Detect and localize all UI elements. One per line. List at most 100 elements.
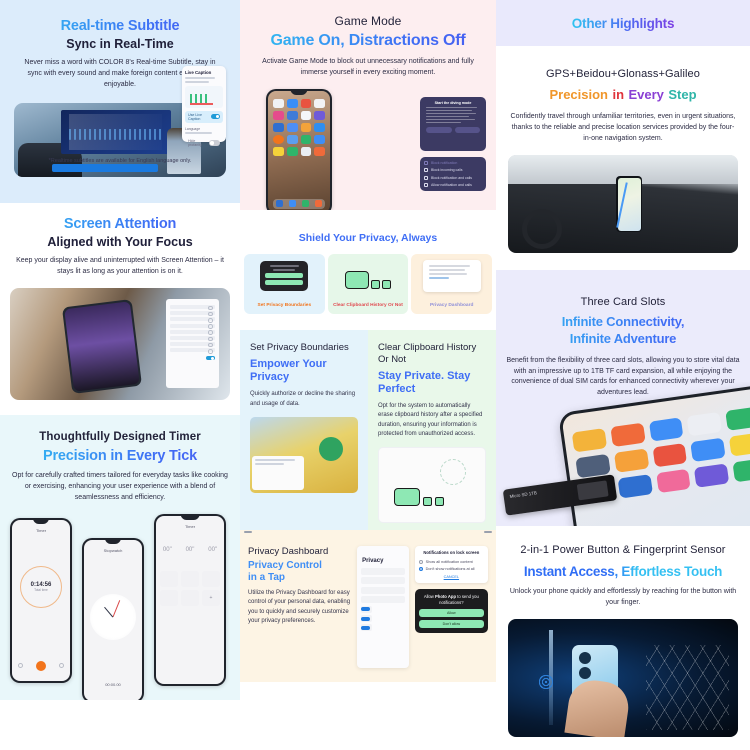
option-allow-notification-and-calls[interactable]: Allow notification and calls <box>424 181 482 188</box>
clipboard-thumb <box>345 265 391 289</box>
fingerprint-title-part1: Instant Access, <box>523 564 618 579</box>
live-caption-title: Live Caption <box>185 70 212 75</box>
timer-start-button[interactable] <box>35 660 46 671</box>
screen-timeout-settings-panel <box>166 298 219 389</box>
feature-2-image <box>378 447 486 524</box>
subtitle-title: Real-time Subtitle <box>6 18 234 34</box>
timer-kicker: Thoughtfully Designed Timer <box>39 431 201 443</box>
permission-dialog-thumb <box>260 261 309 291</box>
section-privacy-features: Set Privacy Boundaries Empower Your Priv… <box>240 330 496 530</box>
slots-title-line2: Infinite Adventure <box>569 330 677 346</box>
shield-card-clipboard-label: Clear Clipboard History Or Not <box>333 303 403 309</box>
notif-option-label: Show all notification content <box>425 559 473 564</box>
slots-title: Infinite Connectivity, Infinite Adventur… <box>496 314 750 348</box>
timer-title: Precision in Every Tick <box>0 448 240 464</box>
game-title: Game On, Distractions Off <box>240 32 496 50</box>
live-caption-card: Live Caption Use Live Caption Language H… <box>182 66 226 147</box>
feature-2-body: Opt for the system to automatically eras… <box>378 403 483 438</box>
option-block-notification[interactable]: Block notification <box>424 160 482 167</box>
subtitle-subtitle: Sync in Real-Time <box>66 37 174 51</box>
timer-title-part1: Precision <box>43 448 107 464</box>
face-mesh-overlay <box>646 644 729 730</box>
live-caption-switch[interactable] <box>210 113 220 120</box>
feature-1-image <box>250 416 358 493</box>
attention-subtitle: Aligned with Your Focus <box>47 235 193 249</box>
caption-row-profanity[interactable]: Hide profanity <box>185 137 223 149</box>
stopwatch-dial <box>90 593 136 640</box>
preset-minutes[interactable]: 00" <box>186 547 195 553</box>
feature-1-body: Quickly authorize or decline the sharing… <box>250 391 356 407</box>
caption-row-language[interactable]: Language <box>185 127 223 131</box>
timer-body: Opt for carefully crafted timers tailore… <box>12 472 228 501</box>
section-timer: Thoughtfully Designed Timer Precision in… <box>0 415 240 700</box>
preset-tile[interactable] <box>181 589 199 606</box>
dashboard-toggle-camera[interactable] <box>361 605 373 613</box>
gps-title-precision: Precision <box>549 87 608 102</box>
dashboard-setting-row[interactable] <box>361 568 405 575</box>
live-caption-toggle-row[interactable]: Use Live Caption <box>185 110 223 123</box>
notif-cancel-button[interactable]: CANCEL <box>419 575 484 579</box>
caption-bar <box>52 164 159 173</box>
game-mock-group: Start the diving mode Block notification <box>240 88 496 210</box>
preset-seconds[interactable]: 00" <box>208 547 217 553</box>
profanity-switch[interactable] <box>209 140 220 146</box>
phone-slash-icon <box>424 168 428 173</box>
dashboard-toggle-microphone[interactable] <box>361 614 373 622</box>
screen-attention-switch[interactable] <box>206 355 215 361</box>
dashboard-title: Privacy Control in a Tap <box>248 560 351 584</box>
slots-title-line1: Infinite Connectivity, <box>561 314 685 329</box>
shield-card-clipboard[interactable]: Clear Clipboard History Or Not <box>327 254 409 314</box>
preset-add-tile[interactable]: + <box>202 589 220 606</box>
bell-slash-icon <box>424 161 428 166</box>
attention-body: Keep your display alive and uninterrupte… <box>16 257 224 275</box>
fingerprint-hero-image <box>508 618 738 737</box>
dashboard-setting-row[interactable] <box>361 577 405 585</box>
preset-hours[interactable]: 00" <box>163 547 172 553</box>
allow-button[interactable]: Allow <box>418 609 485 618</box>
steering-wheel <box>521 208 562 249</box>
feature-1-kicker: Set Privacy Boundaries <box>250 342 349 353</box>
countdown-ring: 0:14:56 Total time <box>20 566 62 609</box>
sim-chip <box>576 480 609 501</box>
timer-add-button[interactable] <box>58 663 64 669</box>
dashboard-title-line1: Privacy Control <box>248 560 322 571</box>
preset-tile[interactable] <box>160 570 178 587</box>
notif-option-show-all[interactable]: Show all notification content <box>418 558 484 565</box>
game-dialog-confirm-button[interactable] <box>454 127 480 134</box>
mounted-phone-navigation <box>616 176 643 233</box>
dashboard-setting-row[interactable] <box>361 596 405 604</box>
preset-tile[interactable] <box>181 570 199 587</box>
shield-card-dashboard-label: Privacy Dashboard <box>429 303 474 309</box>
shield-card-dashboard[interactable]: Privacy Dashboard <box>411 254 493 314</box>
gps-kicker: GPS+Beidou+Glonass+Galileo <box>546 68 700 80</box>
option-block-incoming-calls[interactable]: Block incoming calls <box>424 167 482 174</box>
notif-option-hide-all[interactable]: Don't show notifications at all <box>418 565 484 572</box>
dashboard-thumb <box>422 260 481 292</box>
timer-reset-button[interactable] <box>18 663 24 669</box>
game-dialog-cancel-button[interactable] <box>426 127 452 134</box>
attention-title: Screen Attention <box>0 216 240 232</box>
preset-tile[interactable] <box>160 589 178 606</box>
notif-option-label: Don't show notifications at all <box>425 566 475 571</box>
dashboard-setting-row[interactable] <box>361 586 405 594</box>
share-badge <box>318 436 343 461</box>
option-block-notification-and-calls[interactable]: Block notification and calls <box>424 174 482 181</box>
dont-allow-button[interactable]: Don't allow <box>418 620 485 629</box>
shield-card-boundaries[interactable]: Set Privacy Boundaries <box>244 254 325 314</box>
dashboard-phone-mock: Privacy <box>244 531 492 668</box>
timer-phone-stopwatch: Stopwatch 00:00.00 <box>82 537 144 700</box>
section-fingerprint: 2-in-1 Power Button & Fingerprint Sensor… <box>496 526 750 750</box>
dashboard-toggle-location[interactable] <box>361 624 373 632</box>
timer-phone-presets: Timer 00" 00" 00" + <box>154 513 226 686</box>
feature-card-boundaries: Set Privacy Boundaries Empower Your Priv… <box>240 330 368 530</box>
section-other-highlights-banner: Other Highlights <box>496 0 750 46</box>
slots-phone <box>557 384 750 526</box>
option-label: Allow notification and calls <box>431 182 472 187</box>
preset-tile[interactable] <box>202 570 220 587</box>
option-label: Block notification <box>431 161 458 166</box>
sim-tray-label: Micro SD 1TB <box>509 490 538 499</box>
notif-card-heading: Notifications on lock screen <box>423 550 480 555</box>
game-kicker: Game Mode <box>334 14 402 28</box>
allow-text-app: Photo App <box>435 594 457 599</box>
dashboard-phone-title: Privacy <box>362 558 384 564</box>
